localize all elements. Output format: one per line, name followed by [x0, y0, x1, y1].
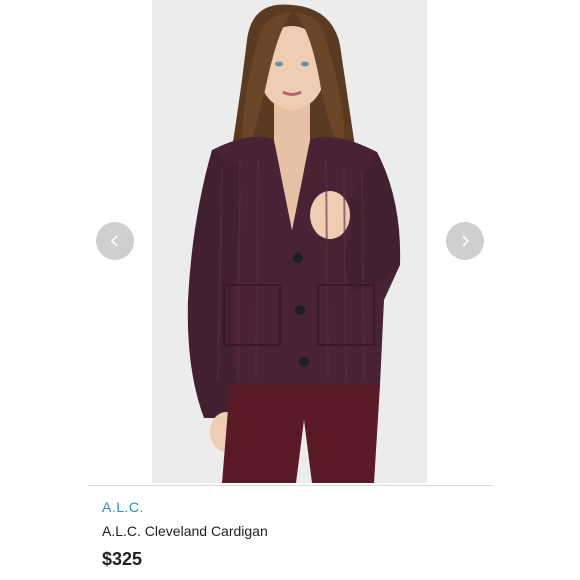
carousel-next-button[interactable]: [446, 222, 484, 260]
product-name: A.L.C. Cleveland Cardigan: [102, 523, 268, 539]
product-price: $325: [102, 549, 143, 569]
product-photo[interactable]: [152, 0, 427, 483]
carousel-prev-button[interactable]: [96, 222, 134, 260]
model-illustration: [187, 4, 401, 483]
product-listing: A.L.C. A.L.C. Cleveland Cardigan $325: [0, 0, 580, 580]
chevron-left-icon: [110, 235, 118, 247]
divider: [88, 485, 493, 486]
chevron-right-icon: [462, 235, 470, 247]
brand-link[interactable]: A.L.C.: [102, 499, 144, 515]
